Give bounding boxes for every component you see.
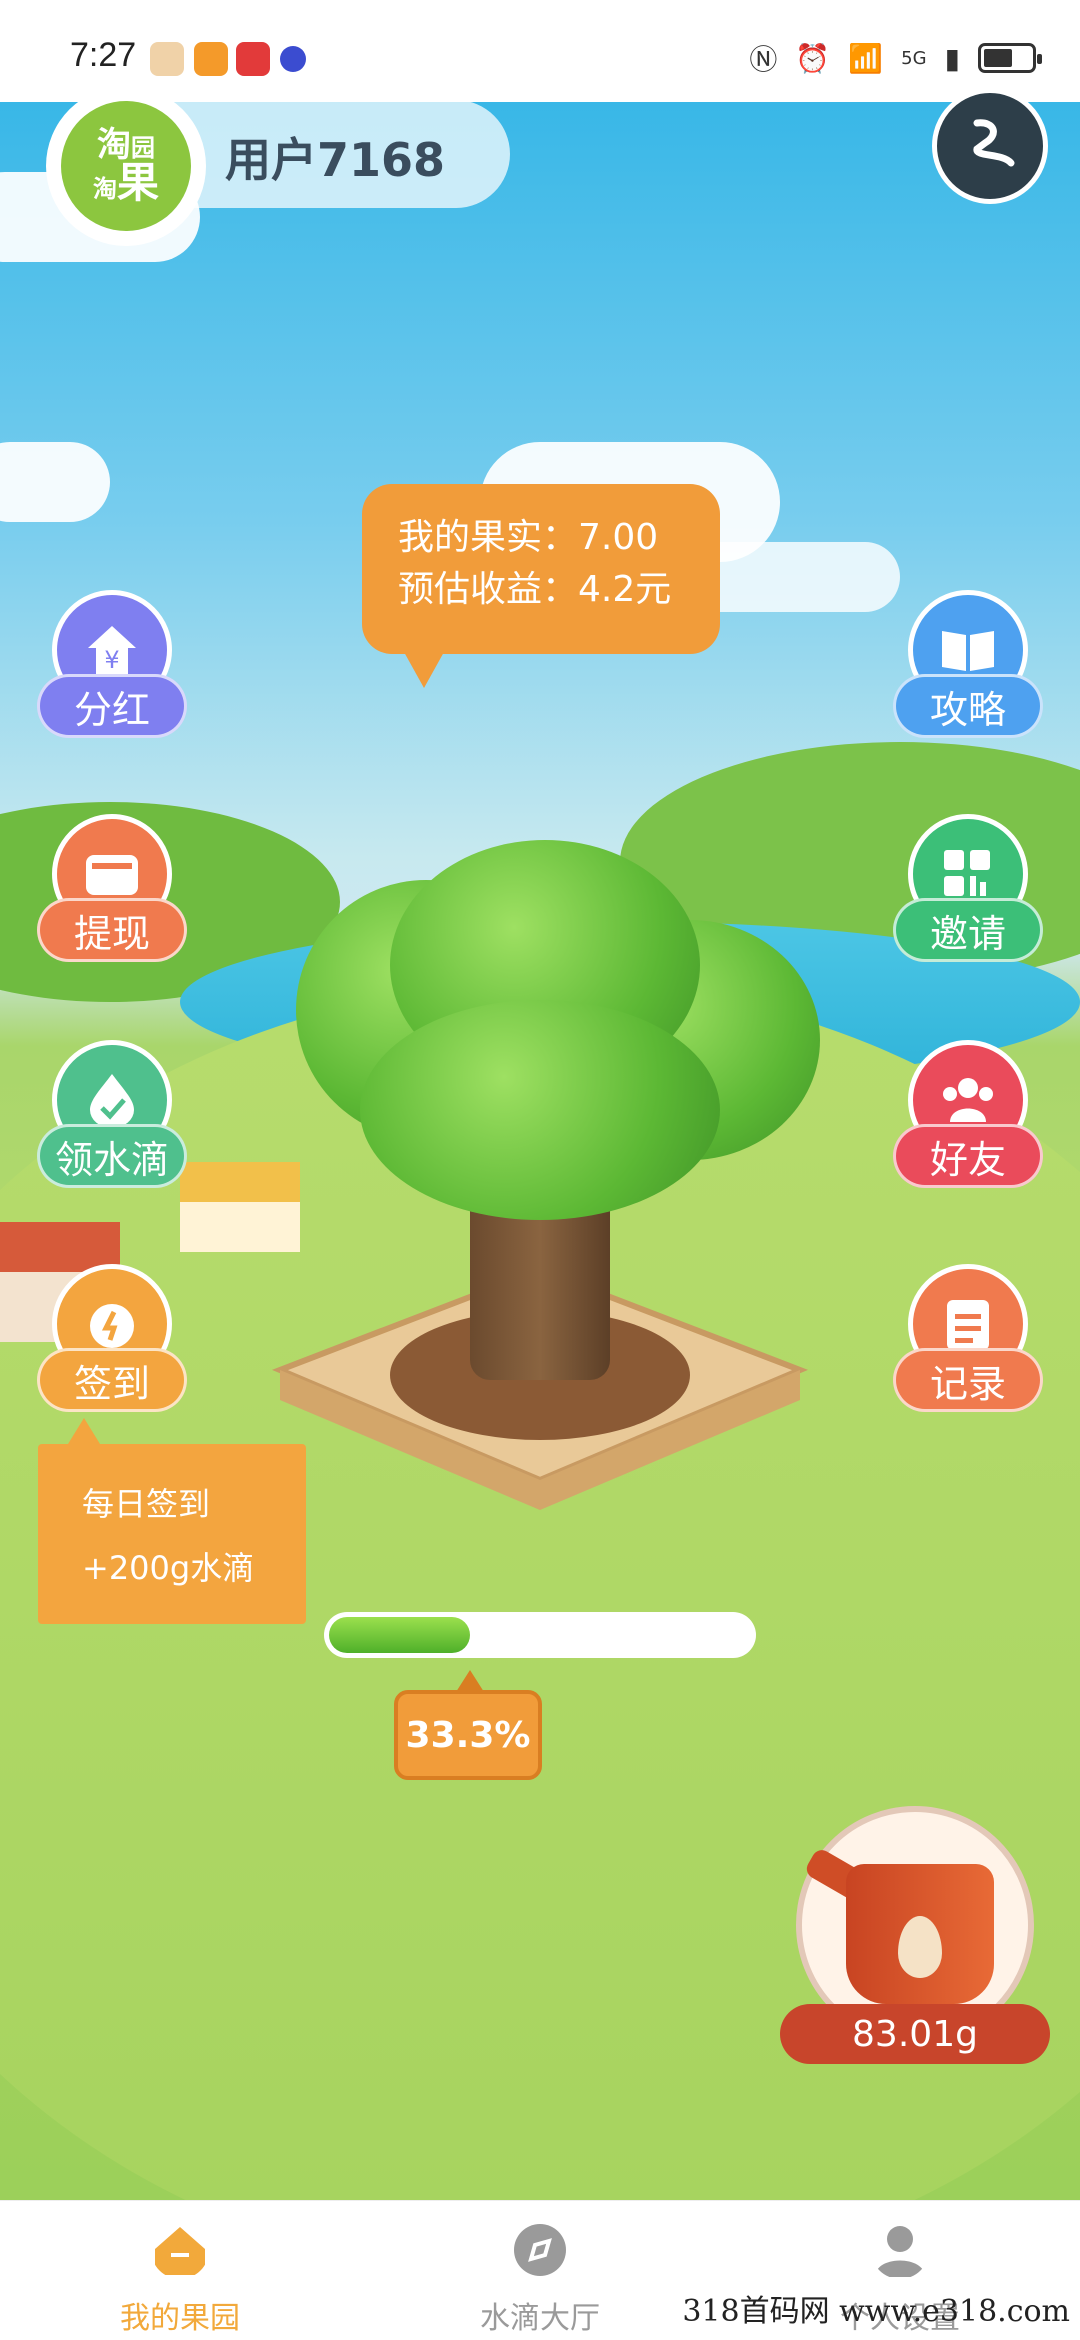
alarm-clock-icon [90,1304,134,1348]
username: 用户7168 [225,133,446,187]
friends-icon [943,1078,993,1122]
tooltip-tail [404,652,444,688]
person-icon [875,2226,925,2277]
growth-progress-bar [324,1612,756,1658]
home-icon [155,2227,205,2275]
side-button-withdraw[interactable]: 提现 [37,814,187,964]
checkin-reward: +200g水滴 [82,1549,255,1587]
nav-label: 水滴大厅 [480,2301,600,2336]
side-button-dividend[interactable]: ¥ 分红 [37,590,187,740]
tree-canopy[interactable] [360,1000,720,1220]
checkin-title: 每日签到 [82,1485,211,1523]
side-button-label: 签到 [37,1348,187,1412]
side-button-label: 领水滴 [37,1124,187,1188]
logo-char: 果 [116,158,159,207]
logo-char: 淘 [92,175,117,203]
alarm-icon: ⏰ [795,41,831,75]
battery-icon [978,43,1042,73]
notification-app-icon [150,42,184,76]
side-button-friends[interactable]: 好友 [893,1040,1043,1190]
book-icon [942,631,994,671]
side-button-label: 邀请 [893,898,1043,962]
side-button-label: 记录 [893,1348,1043,1412]
fruit-tooltip: 我的果实：7.00 预估收益：4.2元 [362,484,720,688]
grid-apps-icon [944,850,990,896]
side-button-invite[interactable]: 邀请 [893,814,1043,964]
growth-progress-label: 33.3% [394,1670,542,1780]
sound-toggle-button[interactable] [932,88,1048,204]
nav-my-orchard[interactable]: 我的果园 [70,2221,290,2336]
side-button-label: 分红 [37,674,187,738]
side-button-water[interactable]: 领水滴 [37,1040,187,1190]
wifi-icon: 📶 [848,41,884,75]
water-amount: 83.01g [780,2004,1050,2064]
nav-label: 我的果园 [120,2301,240,2336]
svg-text:¥: ¥ [104,646,119,674]
music-note-icon [973,119,1015,167]
signal-icon: ▮ [944,41,960,75]
house [180,1162,300,1252]
notification-app-icon [280,46,306,72]
nav-water-hall[interactable]: 水滴大厅 [430,2221,650,2336]
side-button-label: 好友 [893,1124,1043,1188]
side-button-records[interactable]: 记录 [893,1264,1043,1414]
watermark: 318首码网 www.e318.com [682,2294,1070,2329]
clipboard-icon [947,1300,989,1350]
cloud [0,442,110,522]
notification-app-icon [236,42,270,76]
side-button-label: 攻略 [893,674,1043,738]
checkin-popup: 每日签到 +200g水滴 [38,1418,306,1624]
wallet-icon [86,855,138,895]
nfc-icon: Ⓝ [749,43,778,76]
compass-icon [514,2224,566,2276]
status-time: 7:27 [70,36,137,74]
yuan-house-icon: ¥ [88,626,136,674]
app-logo: 淘园 淘果 [46,86,206,246]
estimated-earnings: 预估收益：4.2元 [398,569,672,610]
fruit-count: 我的果实：7.00 [398,517,659,558]
side-button-label: 提现 [37,898,187,962]
side-button-checkin[interactable]: 签到 [37,1264,187,1414]
water-drop-check-icon [90,1074,134,1128]
growth-progress-fill [329,1617,470,1653]
side-button-guide[interactable]: 攻略 [893,590,1043,740]
status-bar: 7:27 Ⓝ ⏰ 📶 5G ▮ [0,0,1080,102]
app-logo-badge: 淘园 淘果 [61,101,191,231]
network-type: 5G [901,47,927,69]
notification-app-icon [194,42,228,76]
